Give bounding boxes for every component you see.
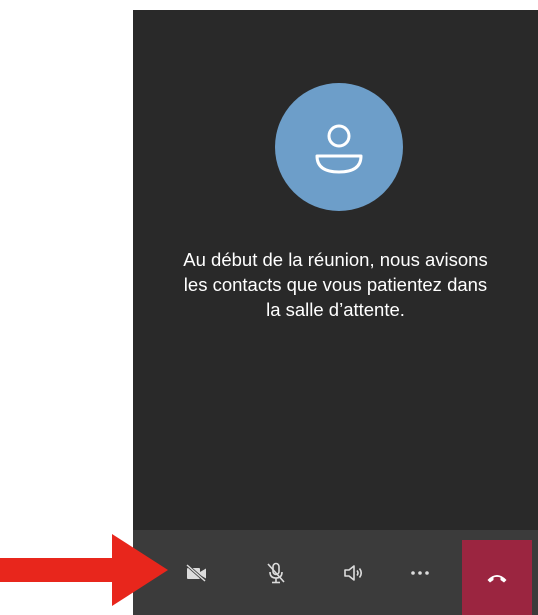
more-icon <box>411 570 429 575</box>
waiting-room-message: Au début de la réunion, nous avisons les… <box>183 249 488 320</box>
user-icon <box>315 124 363 174</box>
hang-up-icon <box>487 574 507 582</box>
mic-off-icon <box>267 562 285 583</box>
hang-up-button[interactable] <box>462 540 532 615</box>
camera-toggle-button[interactable] <box>167 530 227 615</box>
avatar <box>275 83 403 211</box>
camera-off-icon <box>186 563 206 582</box>
red-arrow-icon <box>0 534 168 606</box>
speaker-button[interactable] <box>324 530 384 615</box>
more-options-button[interactable] <box>390 530 450 615</box>
mic-toggle-button[interactable] <box>246 530 306 615</box>
speaker-icon <box>344 564 363 581</box>
screenshot-page: Au début de la réunion, nous avisons les… <box>0 0 538 615</box>
call-toolbar <box>133 530 538 615</box>
meeting-waiting-screen: Au début de la réunion, nous avisons les… <box>133 10 538 615</box>
